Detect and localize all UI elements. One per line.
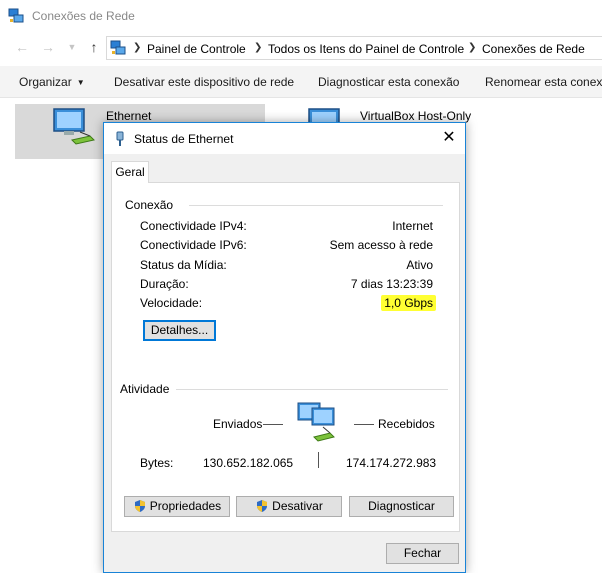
chevron-down-icon: ▼: [76, 78, 85, 87]
activity-group-label: Atividade: [120, 382, 174, 396]
received-label: Recebidos: [378, 417, 435, 431]
connection-group-divider: [189, 205, 443, 206]
back-arrow-icon[interactable]: ←: [14, 39, 30, 55]
bytes-received-value: 174.174.272.983: [346, 456, 437, 470]
ipv6-value: Sem acesso à rede: [329, 238, 433, 252]
breadcrumb-all-items[interactable]: Todos os Itens do Painel de Controle: [268, 42, 464, 56]
details-button[interactable]: Detalhes...: [143, 320, 216, 341]
window-title: Conexões de Rede: [32, 9, 135, 23]
tab-general[interactable]: Geral: [111, 161, 149, 183]
general-tab-panel: Conexão Conectividade IPv4: Internet Con…: [111, 182, 460, 532]
ipv4-label: Conectividade IPv4:: [140, 219, 247, 233]
properties-button[interactable]: Propriedades: [124, 496, 230, 517]
rename-connection-button[interactable]: Renomear esta conexã: [485, 75, 602, 89]
ethernet-status-dialog: Status de Ethernet ✕ Geral Conexão Conec…: [103, 122, 466, 573]
connection-group-label: Conexão: [125, 198, 178, 212]
uac-shield-icon: [134, 500, 145, 512]
speed-value: 1,0 Gbps: [381, 295, 436, 311]
network-connections-icon: [8, 8, 24, 23]
duration-label: Duração:: [140, 277, 189, 291]
uac-shield-icon: [257, 500, 268, 512]
control-panel-icon: [110, 40, 126, 55]
forward-arrow-icon[interactable]: →: [40, 39, 56, 55]
organize-menu[interactable]: Organizar ▼: [19, 75, 85, 89]
address-bar[interactable]: ❯ Painel de Controle ❯ Todos os Itens do…: [106, 36, 602, 60]
up-arrow-icon[interactable]: ↑: [86, 39, 102, 55]
ethernet-label: Ethernet: [106, 109, 152, 123]
bytes-sent-value: 130.652.182.065: [203, 456, 294, 470]
bytes-label: Bytes:: [140, 456, 174, 470]
close-button[interactable]: Fechar: [386, 543, 459, 564]
disable-button[interactable]: Desativar: [236, 496, 342, 517]
diagnose-button[interactable]: Diagnosticar: [349, 496, 454, 517]
diagnose-connection-button[interactable]: Diagnosticar esta conexão: [318, 75, 459, 89]
close-icon[interactable]: ✕: [439, 129, 459, 149]
ethernet-plug-icon: [116, 131, 124, 146]
address-row: ← → ▼ ↑ ❯ Painel de Controle ❯ Todos os …: [0, 33, 602, 64]
dialog-titlebar: Status de Ethernet ✕: [104, 123, 465, 154]
sent-label: Enviados: [213, 417, 263, 431]
received-dash: [354, 424, 374, 425]
breadcrumb-chevron-icon: ❯: [468, 42, 477, 53]
media-status-label: Status da Mídia:: [140, 258, 227, 272]
breadcrumb-chevron-icon: ❯: [133, 42, 142, 53]
breadcrumb-chevron-icon: ❯: [254, 42, 263, 53]
duration-value: 7 dias 13:23:39: [350, 277, 433, 291]
dialog-title: Status de Ethernet: [134, 132, 234, 146]
ipv4-value: Internet: [392, 219, 433, 233]
breadcrumb-control-panel[interactable]: Painel de Controle: [147, 42, 246, 56]
bytes-divider: [318, 452, 319, 468]
sent-dash: [263, 424, 283, 425]
media-status-value: Ativo: [406, 258, 433, 272]
organize-label: Organizar: [19, 75, 72, 89]
properties-label: Propriedades: [149, 499, 222, 513]
window-titlebar: Conexões de Rede: [0, 0, 602, 33]
activity-group-divider: [176, 389, 448, 390]
network-activity-icon: [297, 402, 335, 442]
ipv6-label: Conectividade IPv6:: [140, 238, 247, 252]
speed-label: Velocidade:: [140, 296, 203, 310]
disable-device-button[interactable]: Desativar este dispositivo de rede: [114, 75, 294, 89]
ethernet-adapter-icon: [53, 108, 95, 145]
virtualbox-label[interactable]: VirtualBox Host-Only: [360, 109, 471, 123]
command-bar: Organizar ▼ Desativar este dispositivo de…: [0, 66, 602, 98]
recent-chevron-icon[interactable]: ▼: [64, 39, 80, 55]
breadcrumb-network-connections[interactable]: Conexões de Rede: [482, 42, 585, 56]
disable-label: Desativar: [272, 499, 323, 513]
